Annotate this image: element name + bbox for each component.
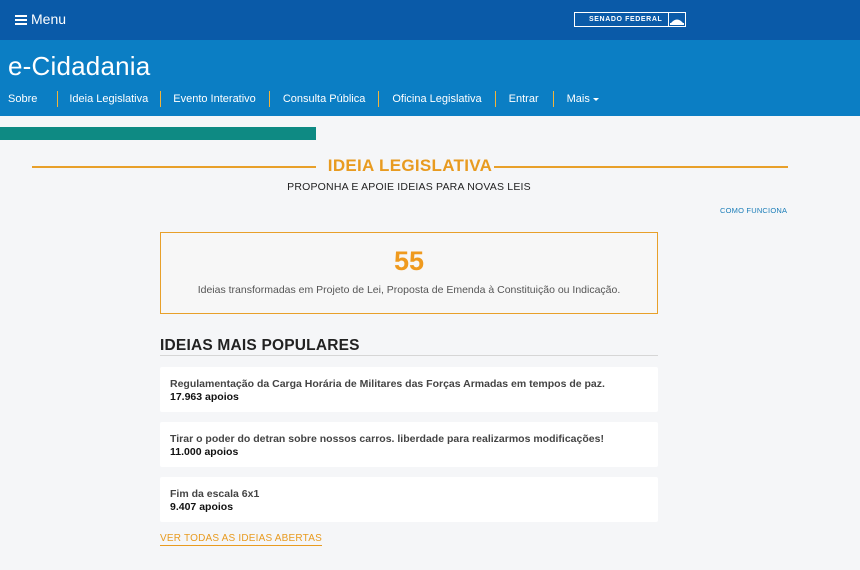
- idea-card[interactable]: Fim da escala 6x1 9.407 apoios: [160, 477, 658, 522]
- idea-title[interactable]: Fim da escala 6x1: [170, 488, 259, 500]
- main-nav: Sobre Ideia Legislativa Evento Interativ…: [0, 90, 599, 108]
- idea-supports-count: 9.407 apoios: [170, 501, 234, 513]
- nav-divider: [378, 91, 380, 107]
- progress-accent-bar: [0, 127, 316, 140]
- caret-down-icon: [592, 97, 599, 101]
- nav-divider: [57, 91, 59, 107]
- nav-divider: [552, 91, 554, 107]
- nav-item-sobre[interactable]: Sobre: [8, 93, 37, 105]
- nav-item-mais[interactable]: Mais: [567, 93, 599, 105]
- menu-label: Menu: [31, 11, 67, 27]
- page-subtitle: PROPONHA E APOIE IDEIAS PARA NOVAS LEIS: [287, 181, 531, 193]
- nav-item-entrar[interactable]: Entrar: [509, 93, 539, 105]
- popular-ideas-title: IDEIAS MAIS POPULARES: [160, 337, 360, 354]
- nav-divider: [494, 91, 496, 107]
- senado-label: SENADO FEDERAL: [589, 16, 663, 23]
- menu-button[interactable]: Menu: [15, 11, 66, 27]
- senado-federal-logo[interactable]: SENADO FEDERAL: [574, 12, 686, 27]
- section-heading: IDEIA LEGISLATIVA: [32, 156, 788, 178]
- senado-building-icon: [668, 13, 685, 26]
- site-title[interactable]: e-Cidadania: [8, 51, 150, 82]
- idea-supports-count: 17.963 apoios: [170, 391, 239, 403]
- idea-card[interactable]: Tirar o poder do detran sobre nossos car…: [160, 422, 658, 467]
- nav-item-mais-label: Mais: [566, 93, 590, 105]
- nav-item-evento-interativo[interactable]: Evento Interativo: [173, 93, 256, 105]
- hamburger-icon: [15, 14, 27, 25]
- site-header: e-Cidadania Sobre Ideia Legislativa Even…: [0, 40, 860, 116]
- idea-title[interactable]: Regulamentação da Carga Horária de Milit…: [170, 378, 605, 390]
- divider: [160, 355, 658, 356]
- nav-item-consulta-publica[interactable]: Consulta Pública: [283, 93, 366, 105]
- nav-divider: [160, 91, 162, 107]
- nav-divider: [268, 91, 270, 107]
- idea-title[interactable]: Tirar o poder do detran sobre nossos car…: [170, 433, 604, 445]
- nav-item-ideia-legislativa[interactable]: Ideia Legislativa: [69, 93, 148, 105]
- nav-item-oficina-legislativa[interactable]: Oficina Legislativa: [392, 93, 481, 105]
- stat-number: 55: [393, 246, 425, 276]
- idea-card[interactable]: Regulamentação da Carga Horária de Milit…: [160, 367, 658, 412]
- stat-description: Ideias transformadas em Projeto de Lei, …: [197, 284, 621, 296]
- idea-supports-count: 11.000 apoios: [170, 446, 239, 458]
- how-it-works-link[interactable]: COMO FUNCIONA: [720, 206, 787, 215]
- top-bar: Menu SENADO FEDERAL: [0, 0, 860, 40]
- see-all-ideas-link[interactable]: VER TODAS AS IDEIAS ABERTAS: [160, 533, 322, 546]
- heading-rule-right: [494, 166, 788, 168]
- stat-box: 55 Ideias transformadas em Projeto de Le…: [160, 232, 658, 314]
